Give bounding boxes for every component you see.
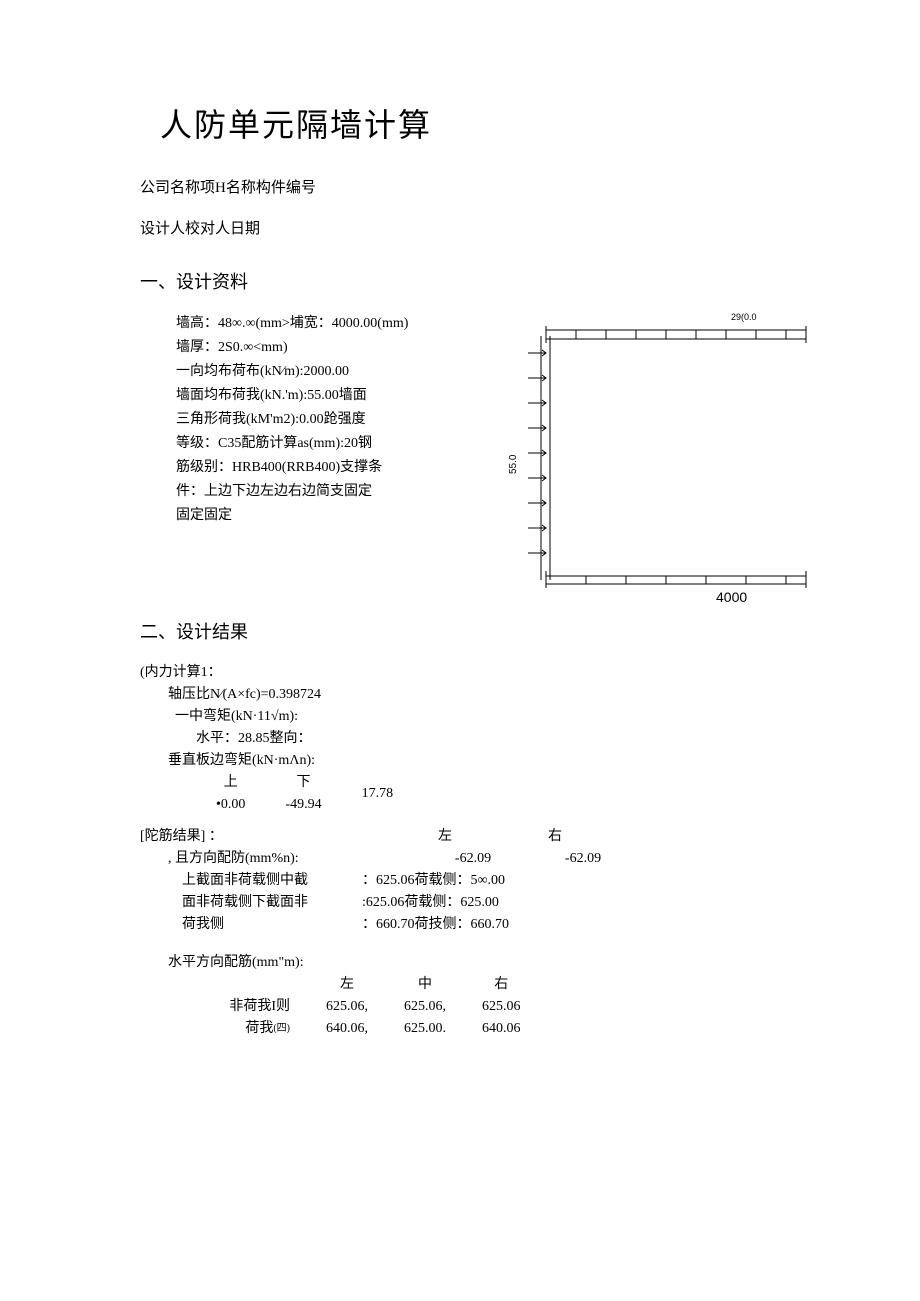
hv-val: 625.06, (386, 996, 464, 1018)
rebar-vert-head: , 且方向配防(mm%n): (168, 848, 418, 870)
design-line: 三角形荷我(kM'm2):0.00跄强度 (176, 408, 476, 432)
hv-val: 640.06, (308, 1018, 386, 1040)
hv-row2-label: 荷我(四) (182, 1018, 308, 1040)
diagram-side-label: 55.0 (508, 454, 519, 474)
hv-col-3: 右 (464, 974, 539, 996)
rebar-head: [陀筋结果] ： (140, 826, 390, 848)
rebar-row-label: 面非荷载侧下截面非 (182, 892, 362, 914)
edge-col-1: 上 (196, 772, 265, 794)
hv-row1-label: 非荷我I则 (182, 996, 308, 1018)
diagram-top-label: 29(0.0 (731, 312, 757, 322)
result-edge-head: 垂直板边弯矩(kN·mΛn): (168, 750, 820, 772)
wall-diagram: 29(0.0 (506, 308, 816, 608)
hv-col-2: 中 (386, 974, 464, 996)
hv-val: 640.06 (464, 1018, 539, 1040)
design-line: 一向均布荷布(kN∕m):2000.00 (176, 360, 476, 384)
horiz-rebar-table: 左 中 右 非荷我I则 625.06, 625.06, 625.06 荷我(四)… (182, 974, 539, 1040)
lr-col-right: 右 (500, 826, 610, 848)
page-title: 人防单元隔墙计算 (160, 100, 820, 146)
lr-val-right: -62.09 (528, 848, 638, 870)
hv-val: 625.06 (464, 996, 539, 1018)
document-page: 人防单元隔墙计算 公司名称项H名称构件编号 设计人校对人日期 一、设计资料 墙高… (0, 0, 920, 1100)
result-axial: 轴压比N∕(A×fc)=0.398724 (168, 684, 820, 706)
diagram-bottom-label: 4000 (716, 589, 747, 605)
design-line: 固定固定 (176, 504, 476, 528)
edge-val-1: •0.00 (196, 794, 265, 816)
design-line: 筋级别：HRB400(RRB400)支撑条 (176, 456, 476, 480)
edge-val-2: -49.94 (265, 794, 341, 816)
design-parameters: 墙高：48∞.∞(mm>埔宽：4000.00(mm) 墙厚：2S0.∞<mm) … (176, 312, 476, 528)
rebar-row-val: ：625.06荷载侧：5∞.00 (362, 870, 505, 892)
lr-val-left: -62.09 (418, 848, 528, 870)
hv-val: 625.06, (308, 996, 386, 1018)
results-block: (内力计算1： 轴压比N∕(A×fc)=0.398724 一中弯矩(kN·11√… (140, 662, 820, 1040)
rebar-horiz-head: 水平方向配筋(mm"m): (168, 952, 820, 974)
section-2-heading: 二、设计结果 (140, 618, 820, 644)
rebar-row-label: 上截面非荷载侧中截 (182, 870, 362, 892)
meta-line-2: 设计人校对人日期 (140, 217, 820, 238)
meta-line-1: 公司名称项H名称构件编号 (140, 176, 820, 197)
hv-val: 625.00. (386, 1018, 464, 1040)
design-line: 墙高：48∞.∞(mm>埔宽：4000.00(mm) (176, 312, 476, 336)
design-line: 等级：C35配筋计算as(mm):20钢 (176, 432, 476, 456)
edge-val-3: 17.78 (342, 772, 414, 816)
result-line: (内力计算1： (140, 662, 820, 684)
hv-row2-label-text: 荷我 (245, 1021, 273, 1036)
lr-col-left: 左 (390, 826, 500, 848)
edge-col-2: 下 (265, 772, 341, 794)
rebar-row-val: :625.06荷载侧：625.00 (362, 892, 499, 914)
rebar-section: [陀筋结果] ： 左 右 , 且方向配防(mm%n): -62.09 -62.0… (140, 826, 820, 1040)
rebar-row-val: ：660.70荷技侧：660.70 (362, 914, 509, 936)
hv-col-1: 左 (308, 974, 386, 996)
rebar-row-label: 荷我侧 (182, 914, 362, 936)
hv-row2-sub: (四) (273, 1023, 290, 1034)
edge-moment-table: 上 下 17.78 •0.00 -49.94 (196, 772, 413, 816)
design-line: 件：上边下边左边右边简支固定 (176, 480, 476, 504)
result-moment-head: 一中弯矩(kN·11√m): (175, 706, 820, 728)
design-line: 墙面均布荷我(kN.'m):55.00墙面 (176, 384, 476, 408)
section-1-heading: 一、设计资料 (140, 268, 820, 294)
design-block: 墙高：48∞.∞(mm>埔宽：4000.00(mm) 墙厚：2S0.∞<mm) … (140, 312, 820, 608)
result-moment-h: 水平：28.85整向： (196, 728, 820, 750)
design-line: 墙厚：2S0.∞<mm) (176, 336, 476, 360)
